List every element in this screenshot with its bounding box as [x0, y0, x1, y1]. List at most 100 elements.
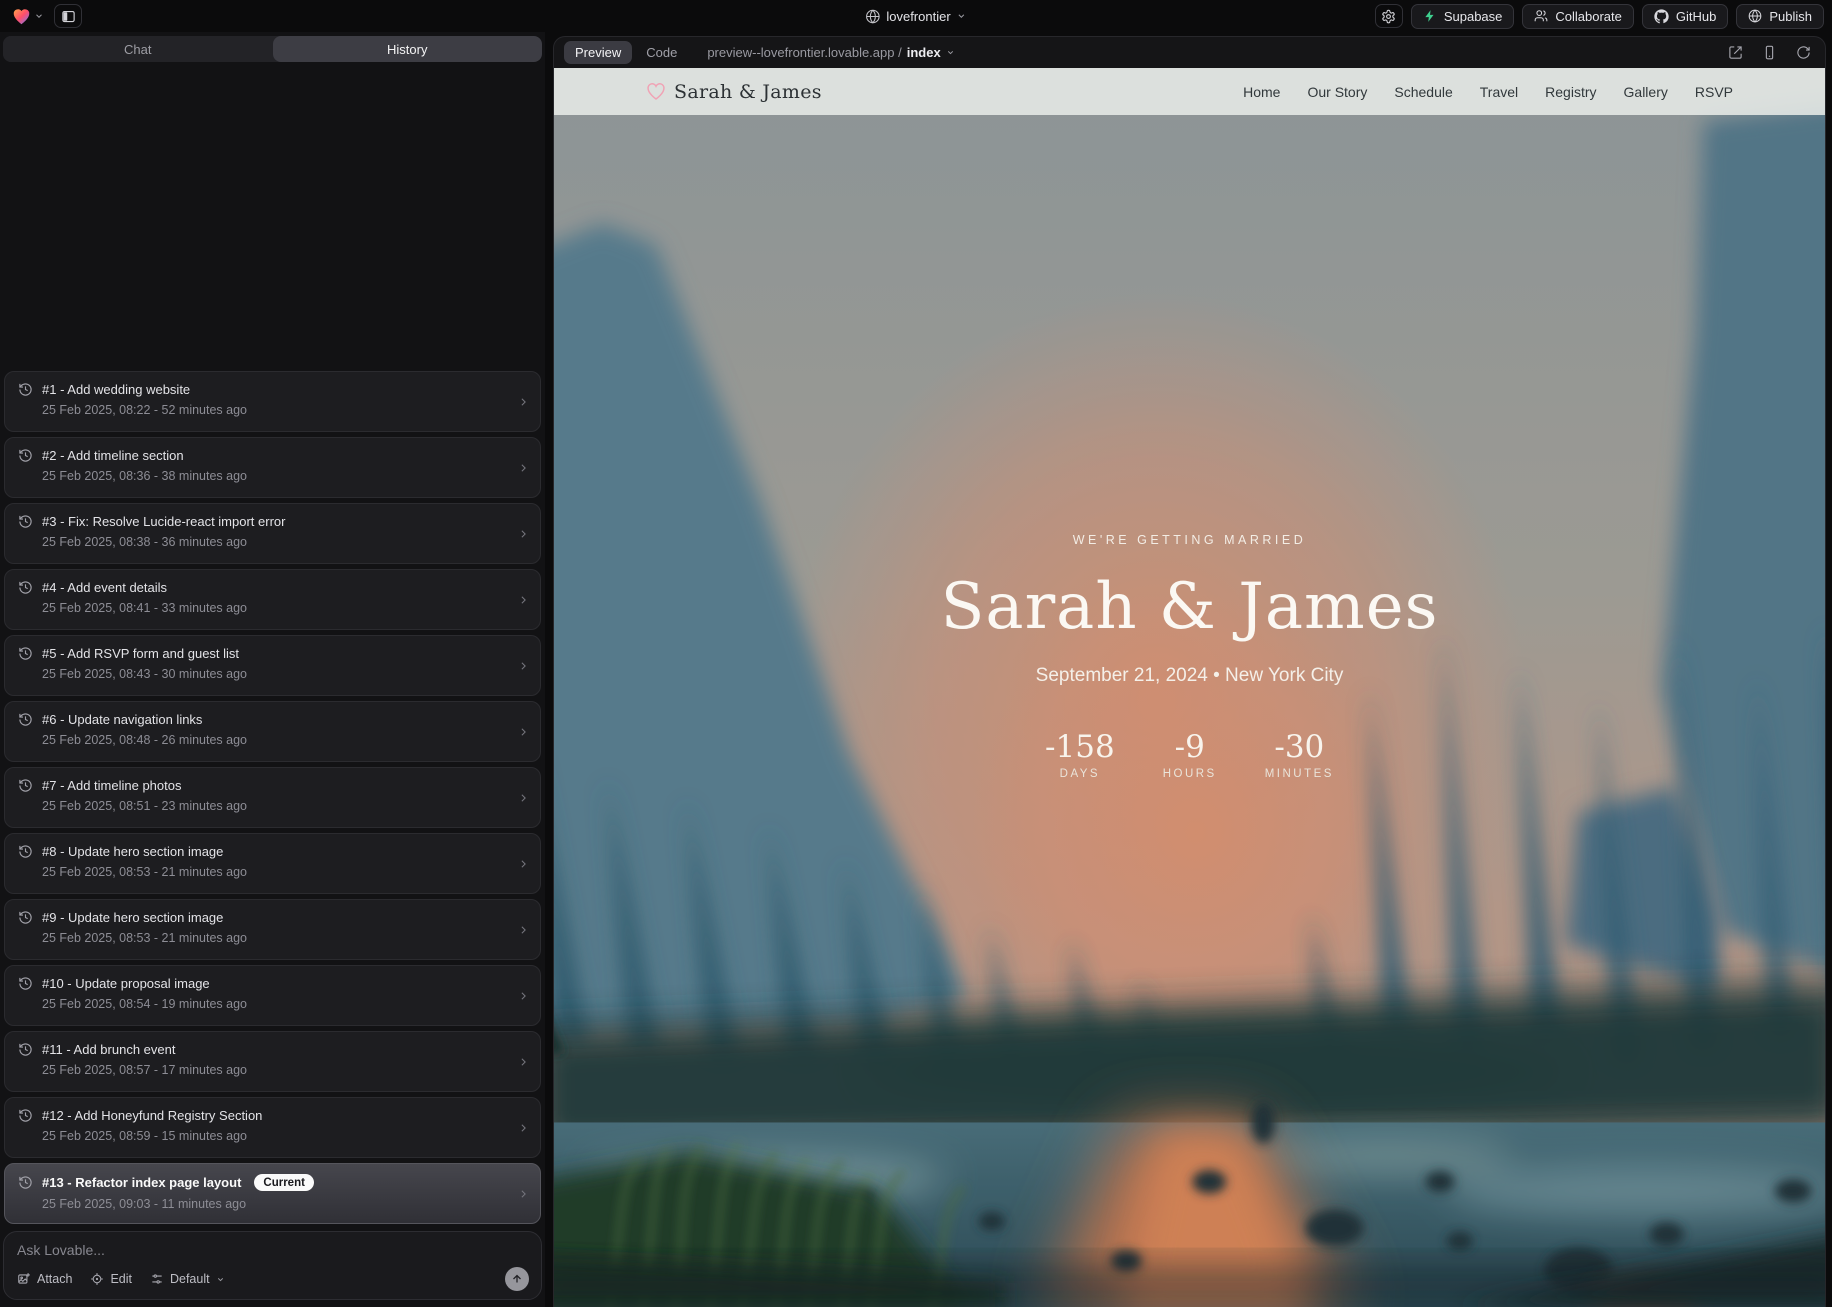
- history-item-timestamp: 25 Feb 2025, 08:57 - 17 minutes ago: [42, 1063, 506, 1077]
- history-icon: [18, 712, 33, 727]
- chevron-right-icon: [517, 989, 530, 1002]
- countdown-unit: -9 HOURS: [1159, 729, 1221, 780]
- collaborate-button[interactable]: Collaborate: [1522, 4, 1634, 29]
- github-icon: [1654, 9, 1669, 24]
- history-icon: [18, 448, 33, 463]
- lovable-menu[interactable]: [8, 6, 48, 27]
- composer: Attach Edit Defaul: [3, 1231, 542, 1300]
- hero-content: WE'RE GETTING MARRIED Sarah & James Sept…: [554, 533, 1825, 780]
- tab-preview[interactable]: Preview: [564, 41, 632, 64]
- history-item[interactable]: #8 - Update hero section image 25 Feb 20…: [4, 833, 541, 894]
- history-item[interactable]: #12 - Add Honeyfund Registry Section 25 …: [4, 1097, 541, 1158]
- github-button[interactable]: GitHub: [1642, 4, 1728, 29]
- chevron-right-icon: [517, 791, 530, 804]
- preview-url[interactable]: preview--lovefrontier.lovable.app / inde…: [707, 45, 954, 60]
- nav-link-home[interactable]: Home: [1243, 84, 1280, 100]
- history-icon: [18, 646, 33, 661]
- history-item[interactable]: #13 - Refactor index page layout Current…: [4, 1163, 541, 1224]
- history-item[interactable]: #7 - Add timeline photos 25 Feb 2025, 08…: [4, 767, 541, 828]
- preview-window: Preview Code preview--lovefrontier.lovab…: [553, 36, 1826, 1307]
- nav-link-our-story[interactable]: Our Story: [1307, 84, 1367, 100]
- history-item[interactable]: #5 - Add RSVP form and guest list 25 Feb…: [4, 635, 541, 696]
- nav-link-gallery[interactable]: Gallery: [1624, 84, 1668, 100]
- site-header: Sarah & James Home Our Story Schedule Trave…: [554, 68, 1825, 115]
- countdown-label: MINUTES: [1265, 768, 1334, 780]
- app-root: lovefrontier Supabase: [0, 0, 1832, 1307]
- chevron-right-icon: [517, 461, 530, 474]
- history-item-timestamp: 25 Feb 2025, 08:53 - 21 minutes ago: [42, 865, 506, 879]
- arrow-up-icon: [511, 1273, 523, 1285]
- history-item-timestamp: 25 Feb 2025, 08:38 - 36 minutes ago: [42, 535, 506, 549]
- history-item[interactable]: #1 - Add wedding website 25 Feb 2025, 08…: [4, 371, 541, 432]
- history-item-title: #5 - Add RSVP form and guest list: [42, 646, 239, 661]
- refresh-icon[interactable]: [1796, 45, 1811, 60]
- send-button[interactable]: [505, 1267, 529, 1291]
- history-item-title: #10 - Update proposal image: [42, 976, 210, 991]
- settings-button[interactable]: [1375, 4, 1403, 28]
- attach-button[interactable]: Attach: [17, 1272, 72, 1286]
- chevron-right-icon: [517, 1055, 530, 1068]
- history-item-title: #3 - Fix: Resolve Lucide-react import er…: [42, 514, 285, 529]
- chevron-right-icon: [517, 725, 530, 738]
- countdown-value: -158: [1045, 729, 1115, 765]
- nav-link-registry[interactable]: Registry: [1545, 84, 1596, 100]
- tab-chat[interactable]: Chat: [3, 36, 273, 62]
- history-icon: [18, 844, 33, 859]
- tab-history[interactable]: History: [273, 36, 543, 62]
- history-item-timestamp: 25 Feb 2025, 08:53 - 21 minutes ago: [42, 931, 506, 945]
- hero-title: Sarah & James: [554, 570, 1825, 644]
- history-icon: [18, 514, 33, 529]
- site-brand[interactable]: Sarah & James: [646, 81, 822, 103]
- history-icon: [18, 778, 33, 793]
- smartphone-icon[interactable]: [1762, 45, 1777, 60]
- chevron-right-icon: [517, 527, 530, 540]
- history-item[interactable]: #4 - Add event details 25 Feb 2025, 08:4…: [4, 569, 541, 630]
- history-item-timestamp: 25 Feb 2025, 08:22 - 52 minutes ago: [42, 403, 506, 417]
- history-item[interactable]: #11 - Add brunch event 25 Feb 2025, 08:5…: [4, 1031, 541, 1092]
- sidebar-spacer: [3, 62, 542, 371]
- chevron-right-icon: [517, 923, 530, 936]
- chevron-right-icon: [517, 593, 530, 606]
- nav-link-rsvp[interactable]: RSVP: [1695, 84, 1733, 100]
- history-item[interactable]: #9 - Update hero section image 25 Feb 20…: [4, 899, 541, 960]
- history-item[interactable]: #6 - Update navigation links 25 Feb 2025…: [4, 701, 541, 762]
- gear-icon: [1381, 9, 1396, 24]
- history-item[interactable]: #2 - Add timeline section 25 Feb 2025, 0…: [4, 437, 541, 498]
- history-item-title: #4 - Add event details: [42, 580, 167, 595]
- mode-selector[interactable]: Default: [150, 1272, 225, 1286]
- collaborate-label: Collaborate: [1555, 9, 1622, 24]
- history-item-title: #1 - Add wedding website: [42, 382, 190, 397]
- heart-outline-icon: [646, 82, 666, 101]
- current-badge: Current: [254, 1174, 314, 1191]
- mode-label: Default: [170, 1272, 210, 1286]
- countdown-value: -9: [1159, 729, 1221, 765]
- publish-button[interactable]: Publish: [1736, 4, 1824, 29]
- history-item-title: #8 - Update hero section image: [42, 844, 223, 859]
- url-base: preview--lovefrontier.lovable.app /: [707, 45, 901, 60]
- project-switcher[interactable]: lovefrontier: [865, 0, 966, 32]
- history-item-title: #2 - Add timeline section: [42, 448, 184, 463]
- hero-eyebrow: WE'RE GETTING MARRIED: [554, 533, 1825, 547]
- countdown-label: HOURS: [1159, 768, 1221, 780]
- history-item[interactable]: #10 - Update proposal image 25 Feb 2025,…: [4, 965, 541, 1026]
- history-item[interactable]: #3 - Fix: Resolve Lucide-react import er…: [4, 503, 541, 564]
- tab-code[interactable]: Code: [636, 41, 687, 64]
- history-icon: [18, 1108, 33, 1123]
- lovable-heart-icon: [12, 8, 31, 25]
- chevron-down-icon: [946, 48, 955, 57]
- history-item-title: #11 - Add brunch event: [42, 1042, 175, 1057]
- chevron-down-icon: [34, 11, 44, 21]
- history-icon: [18, 910, 33, 925]
- ask-lovable-input[interactable]: [17, 1242, 529, 1258]
- sidebar-toggle-button[interactable]: [54, 4, 82, 28]
- nav-link-schedule[interactable]: Schedule: [1394, 84, 1452, 100]
- globe-icon: [1748, 9, 1762, 23]
- external-link-icon[interactable]: [1728, 45, 1743, 60]
- nav-link-travel[interactable]: Travel: [1480, 84, 1518, 100]
- edit-button[interactable]: Edit: [90, 1272, 132, 1286]
- hero-date-location: September 21, 2024 • New York City: [554, 665, 1825, 687]
- supabase-button[interactable]: Supabase: [1411, 4, 1515, 29]
- target-icon: [90, 1272, 104, 1286]
- history-item-title: #7 - Add timeline photos: [42, 778, 181, 793]
- history-icon: [18, 382, 33, 397]
